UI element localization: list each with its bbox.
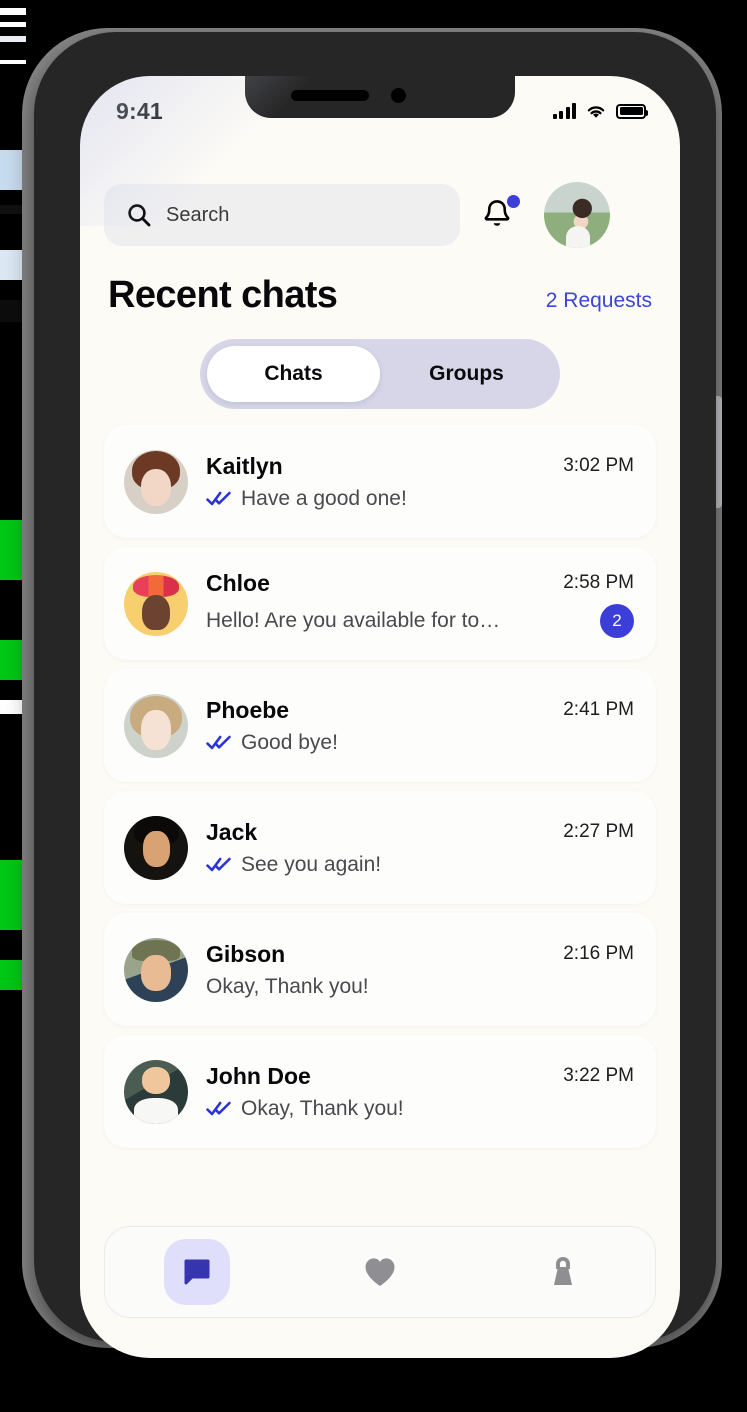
chat-item-body: Kaitlyn 3:02 PM Have a good one! — [206, 453, 634, 511]
chat-item-top-row: Phoebe 2:41 PM — [206, 697, 634, 724]
phone-frame: 9:41 Search Recent chats 2 Requests Chat… — [34, 32, 716, 1358]
search-input[interactable]: Search — [104, 184, 460, 246]
chat-contact-name: Gibson — [206, 940, 286, 967]
chat-preview-wrap: Good bye! — [206, 731, 338, 755]
chat-timestamp: 3:02 PM — [563, 455, 634, 476]
chat-preview-text: Good bye! — [241, 730, 338, 754]
chat-item-bottom-row: See you again! — [206, 853, 634, 877]
search-icon — [128, 204, 151, 227]
chat-item-body: John Doe 3:22 PM Okay, Thank you! — [206, 1063, 634, 1121]
status-time: 9:41 — [116, 97, 163, 124]
chat-preview-text: See you again! — [241, 852, 382, 876]
chat-item-body: Gibson 2:16 PM Okay, Thank you! — [206, 941, 634, 999]
notification-button[interactable] — [460, 195, 534, 233]
chat-preview-wrap: Have a good one! — [206, 487, 407, 511]
chat-list-item[interactable]: Jack 2:27 PM See you again! — [104, 791, 656, 904]
chat-preview-wrap: Okay, Thank you! — [206, 1097, 404, 1121]
app-content: Search Recent chats 2 Requests Chats Gro… — [80, 134, 680, 1358]
chat-preview-text: Have a good one! — [241, 486, 407, 510]
chat-item-bottom-row: Have a good one! — [206, 487, 634, 511]
chat-preview-wrap: Okay, Thank you! — [206, 975, 369, 999]
chat-avatar — [124, 693, 188, 758]
chat-contact-name: Chloe — [206, 569, 270, 596]
screenshot-stage: 9:41 Search Recent chats 2 Requests Chat… — [0, 0, 747, 1412]
chat-preview-text: Okay, Thank you! — [206, 974, 369, 998]
tab-groups[interactable]: Groups — [380, 346, 553, 402]
chat-item-bottom-row: Okay, Thank you! — [206, 975, 634, 999]
nav-active-chip — [163, 1239, 230, 1305]
chat-item-bottom-row: Hello! Are you available for toni... 2 — [206, 603, 634, 638]
lock-icon — [554, 1257, 573, 1285]
nav-item-locked[interactable] — [472, 1254, 655, 1290]
search-placeholder: Search — [166, 203, 230, 226]
chat-contact-name: John Doe — [206, 1062, 311, 1089]
chat-list-item[interactable]: Kaitlyn 3:02 PM Have a good one! — [104, 425, 656, 538]
chat-item-bottom-row: Good bye! — [206, 731, 634, 755]
chat-timestamp: 2:58 PM — [563, 572, 634, 593]
tabs-container: Chats Groups — [80, 317, 680, 409]
chat-bubble-icon — [184, 1259, 210, 1285]
page-title: Recent chats — [108, 274, 338, 316]
phone-screen: 9:41 Search Recent chats 2 Requests Chat… — [80, 76, 680, 1358]
chat-preview-wrap: Hello! Are you available for toni... — [206, 609, 506, 633]
chat-item-top-row: Jack 2:27 PM — [206, 819, 634, 846]
bottom-nav — [104, 1226, 656, 1318]
nav-item-chats[interactable] — [105, 1239, 288, 1305]
chat-item-top-row: Gibson 2:16 PM — [206, 941, 634, 968]
chat-list-item[interactable]: Phoebe 2:41 PM Good bye! — [104, 669, 656, 782]
phone-notch — [245, 76, 515, 118]
front-camera — [391, 88, 406, 103]
chat-contact-name: Kaitlyn — [206, 452, 283, 479]
bottom-nav-container — [80, 1226, 680, 1318]
double-check-read-icon — [206, 734, 232, 751]
chat-list-item[interactable]: Gibson 2:16 PM Okay, Thank you! — [104, 913, 656, 1026]
tab-switcher: Chats Groups — [200, 339, 560, 409]
requests-link[interactable]: 2 Requests — [546, 289, 652, 313]
chat-avatar — [124, 449, 188, 514]
chat-item-body: Chloe 2:58 PM Hello! Are you available for… — [206, 570, 634, 638]
chat-preview-wrap: See you again! — [206, 853, 381, 877]
section-header: Recent chats 2 Requests — [80, 248, 680, 317]
cellular-signal-icon — [552, 103, 576, 119]
chat-avatar — [124, 937, 188, 1002]
chat-item-body: Phoebe 2:41 PM Good bye! — [206, 697, 634, 755]
wifi-icon — [587, 105, 605, 118]
chat-contact-name: Jack — [206, 818, 258, 845]
chat-contact-name: Phoebe — [206, 696, 290, 723]
nav-item-favorites[interactable] — [288, 1255, 471, 1289]
chat-list: Kaitlyn 3:02 PM Have a good one! Chloe 2:58 … — [80, 409, 680, 1148]
chat-item-top-row: John Doe 3:22 PM — [206, 1063, 634, 1090]
chat-timestamp: 2:41 PM — [563, 699, 634, 720]
chat-avatar — [124, 571, 188, 636]
double-check-read-icon — [206, 490, 232, 507]
chat-list-item[interactable]: Chloe 2:58 PM Hello! Are you available for… — [104, 547, 656, 660]
chat-item-body: Jack 2:27 PM See you again! — [206, 819, 634, 877]
chat-preview-text: Hello! Are you available for toni... — [206, 608, 506, 632]
earpiece-speaker — [291, 90, 369, 101]
top-bar: Search — [80, 134, 680, 248]
double-check-read-icon — [206, 856, 232, 873]
status-icons — [552, 103, 648, 120]
heart-icon — [365, 1258, 395, 1286]
chat-timestamp: 3:22 PM — [563, 1065, 634, 1086]
chat-item-top-row: Kaitlyn 3:02 PM — [206, 453, 634, 480]
chat-avatar — [124, 815, 188, 880]
battery-icon — [616, 103, 648, 119]
tab-chats[interactable]: Chats — [207, 346, 380, 402]
chat-timestamp: 2:16 PM — [563, 943, 634, 964]
notification-dot — [507, 195, 520, 208]
unread-count-badge: 2 — [600, 603, 634, 638]
chat-preview-text: Okay, Thank you! — [241, 1096, 404, 1120]
chat-timestamp: 2:27 PM — [563, 821, 634, 842]
chat-item-top-row: Chloe 2:58 PM — [206, 570, 634, 597]
chat-list-item[interactable]: John Doe 3:22 PM Okay, Thank you! — [104, 1035, 656, 1148]
profile-avatar[interactable] — [544, 182, 610, 248]
chat-item-bottom-row: Okay, Thank you! — [206, 1097, 634, 1121]
chat-avatar — [124, 1059, 188, 1124]
double-check-read-icon — [206, 1100, 232, 1117]
